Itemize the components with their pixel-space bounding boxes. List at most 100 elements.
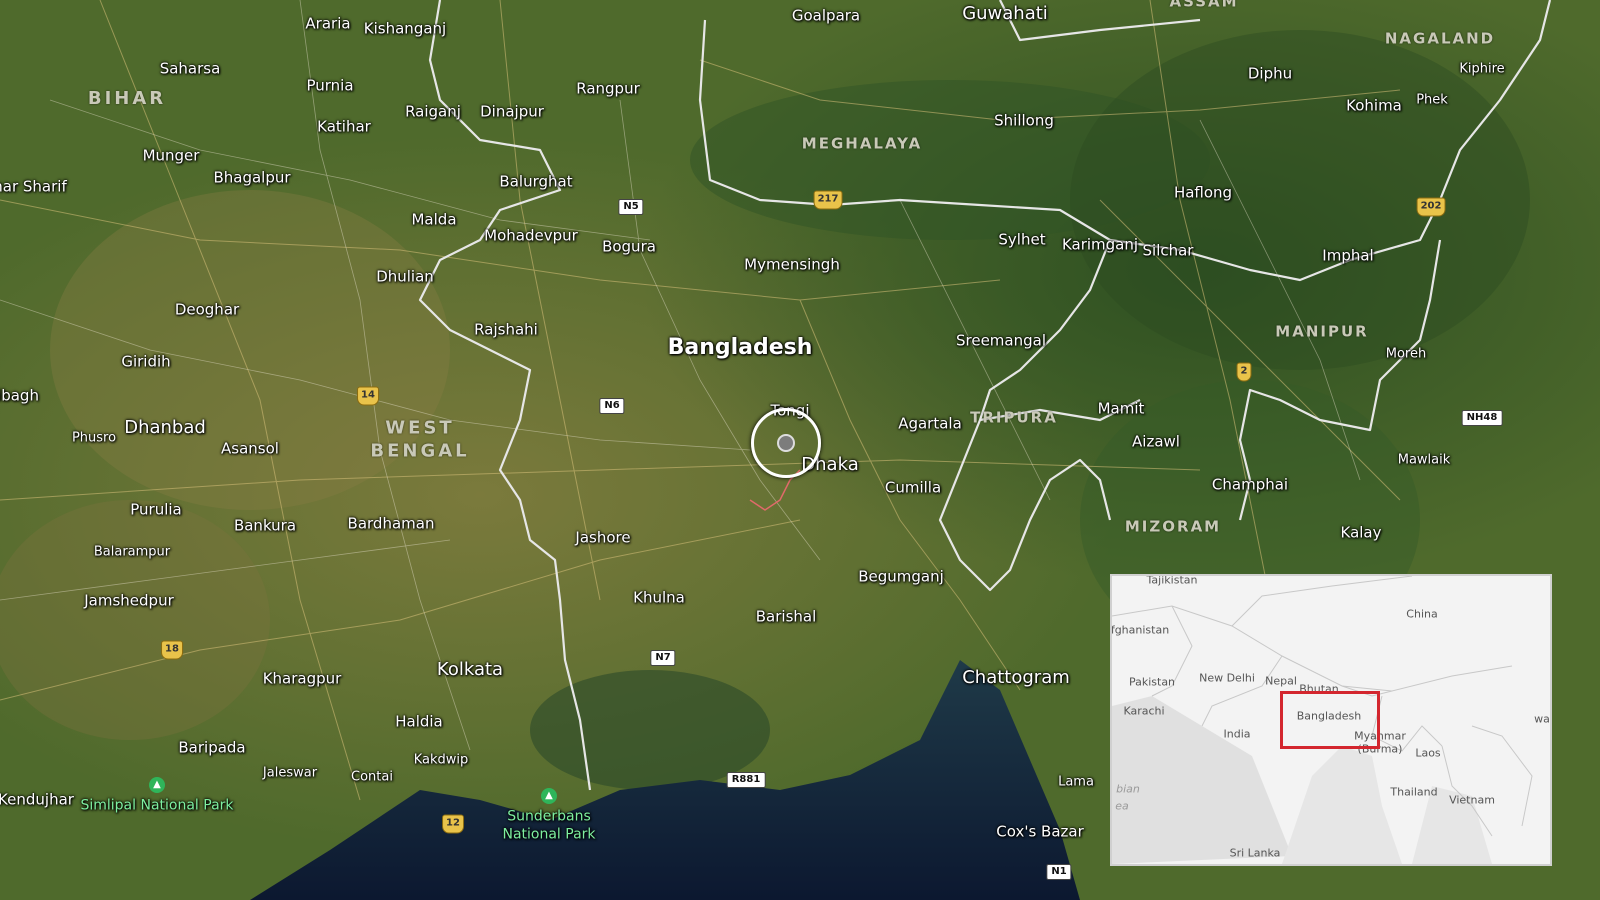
city-label: Karimganj (1061, 235, 1139, 254)
city-label: Kakdwip (413, 752, 469, 768)
road-shield: 18 (161, 640, 183, 660)
road-shield: 217 (813, 190, 843, 210)
region-label: BIHAR (87, 88, 167, 109)
city-label: Bhagalpur (213, 168, 291, 187)
region-label: MIZORAM (1124, 517, 1222, 536)
inset-highlight-box (1280, 691, 1380, 749)
road-shield: R881 (726, 772, 766, 788)
inset-label: China (1406, 607, 1438, 621)
inset-label: Thailand (1390, 785, 1438, 799)
city-label: Dinajpur (480, 102, 544, 121)
city-label: Mawlaik (1397, 452, 1451, 468)
city-label: Mamit (1097, 399, 1145, 418)
city-label: Kishanganj (363, 19, 447, 38)
city-label: Balarampur (93, 544, 171, 560)
city-label: Bogura (602, 237, 656, 256)
park-label-sunderbans: Sunderbans National Park (502, 808, 596, 843)
city-label: Kendujhar (0, 790, 74, 809)
inset-label: fghanistan (1110, 623, 1170, 637)
park-icon[interactable]: ▲ (149, 777, 165, 793)
city-label: Cumilla (884, 478, 942, 497)
city-label: Katihar (317, 117, 371, 136)
city-label: Haflong (1173, 183, 1233, 202)
city-label: Asansol (221, 439, 279, 458)
city-label: Jamshedpur (84, 591, 174, 610)
city-label: Araria (305, 14, 351, 33)
city-label: Phek (1416, 92, 1448, 108)
road-shield: 12 (442, 814, 464, 834)
city-label: Saharsa (159, 59, 221, 78)
inset-label: Pakistan (1128, 675, 1176, 689)
country-label-bangladesh: Bangladesh (667, 335, 813, 360)
city-label: Kiphire (1459, 61, 1505, 77)
park-icon[interactable]: ▲ (541, 788, 557, 804)
inset-label: Vietnam (1449, 793, 1495, 807)
region-label: WEST BENGAL (370, 417, 470, 462)
region-label: ASSAM (1169, 0, 1239, 11)
city-label: ibagh (0, 386, 39, 405)
city-label: Chattogram (962, 667, 1070, 688)
city-label: Shillong (994, 111, 1054, 130)
city-label: Bardhaman (347, 514, 435, 533)
region-label: MEGHALAYA (801, 134, 923, 153)
inset-label: Nepal (1265, 674, 1297, 688)
city-label: Agartala (898, 414, 962, 433)
city-label: Rajshahi (474, 320, 538, 339)
overview-inset-map[interactable]: Tajikistan China fghanistan Pakistan New… (1110, 574, 1552, 866)
inset-label: Laos (1415, 746, 1441, 760)
inset-label: ea (1115, 799, 1129, 813)
city-label: Imphal (1322, 246, 1374, 265)
city-label: Phusro (71, 430, 117, 446)
city-label: Aizawl (1132, 432, 1180, 451)
inset-label: Karachi (1123, 704, 1165, 718)
city-label: Champhai (1211, 475, 1289, 494)
city-label: Moreh (1385, 346, 1427, 362)
city-label: Khulna (633, 588, 685, 607)
city-label: Jaleswar (262, 765, 318, 781)
road-shield: 2 (1236, 362, 1252, 382)
inset-label: Sri Lanka (1229, 846, 1281, 860)
city-label: Sreemangal (955, 331, 1047, 350)
city-label: Deoghar (174, 300, 240, 319)
region-label: MANIPUR (1275, 322, 1369, 341)
city-label: Malda (411, 210, 457, 229)
city-label: Kolkata (436, 659, 504, 680)
city-label: Kalay (1340, 523, 1382, 542)
city-label: Kohima (1346, 96, 1402, 115)
region-label: NAGALAND (1384, 29, 1496, 48)
city-label: Giridih (121, 352, 171, 371)
city-label: Haldia (395, 712, 443, 731)
city-label: Dhulian (376, 267, 434, 286)
city-label: Dhanbad (124, 417, 206, 438)
road-shield: 202 (1416, 197, 1446, 217)
road-shield: N6 (599, 398, 625, 414)
city-label: Guwahati (962, 3, 1048, 24)
city-label: Kharagpur (262, 669, 342, 688)
city-label: Barishal (755, 607, 817, 626)
inset-label: wa (1534, 712, 1550, 726)
inset-label: bian (1116, 782, 1140, 796)
road-shield: N1 (1046, 864, 1072, 880)
inset-label: India (1223, 727, 1251, 741)
city-label: Raiganj (405, 102, 461, 121)
location-dot-icon (777, 434, 795, 452)
road-shield: 14 (357, 386, 379, 406)
city-label: Cox's Bazar (996, 822, 1084, 841)
location-marker[interactable] (751, 408, 821, 478)
city-label: Diphu (1247, 64, 1293, 83)
city-label: Silchar (1142, 241, 1194, 260)
city-label: Baripada (178, 738, 246, 757)
road-shield: N5 (618, 199, 644, 215)
city-label: Purnia (306, 76, 354, 95)
city-label: har Sharif (0, 177, 67, 196)
city-label: Mohadevpur (484, 226, 578, 245)
city-label: Begumganj (858, 567, 944, 586)
road-shield: NH48 (1461, 410, 1503, 426)
city-label: Lama (1058, 774, 1094, 790)
inset-label: New Delhi (1199, 671, 1255, 685)
city-label: Rangpur (576, 79, 640, 98)
city-label: Balurghat (499, 172, 573, 191)
city-label: Mymensingh (744, 255, 840, 274)
region-label: TRIPURA (970, 408, 1058, 427)
park-label-simlipal: Simlipal National Park (80, 797, 234, 814)
